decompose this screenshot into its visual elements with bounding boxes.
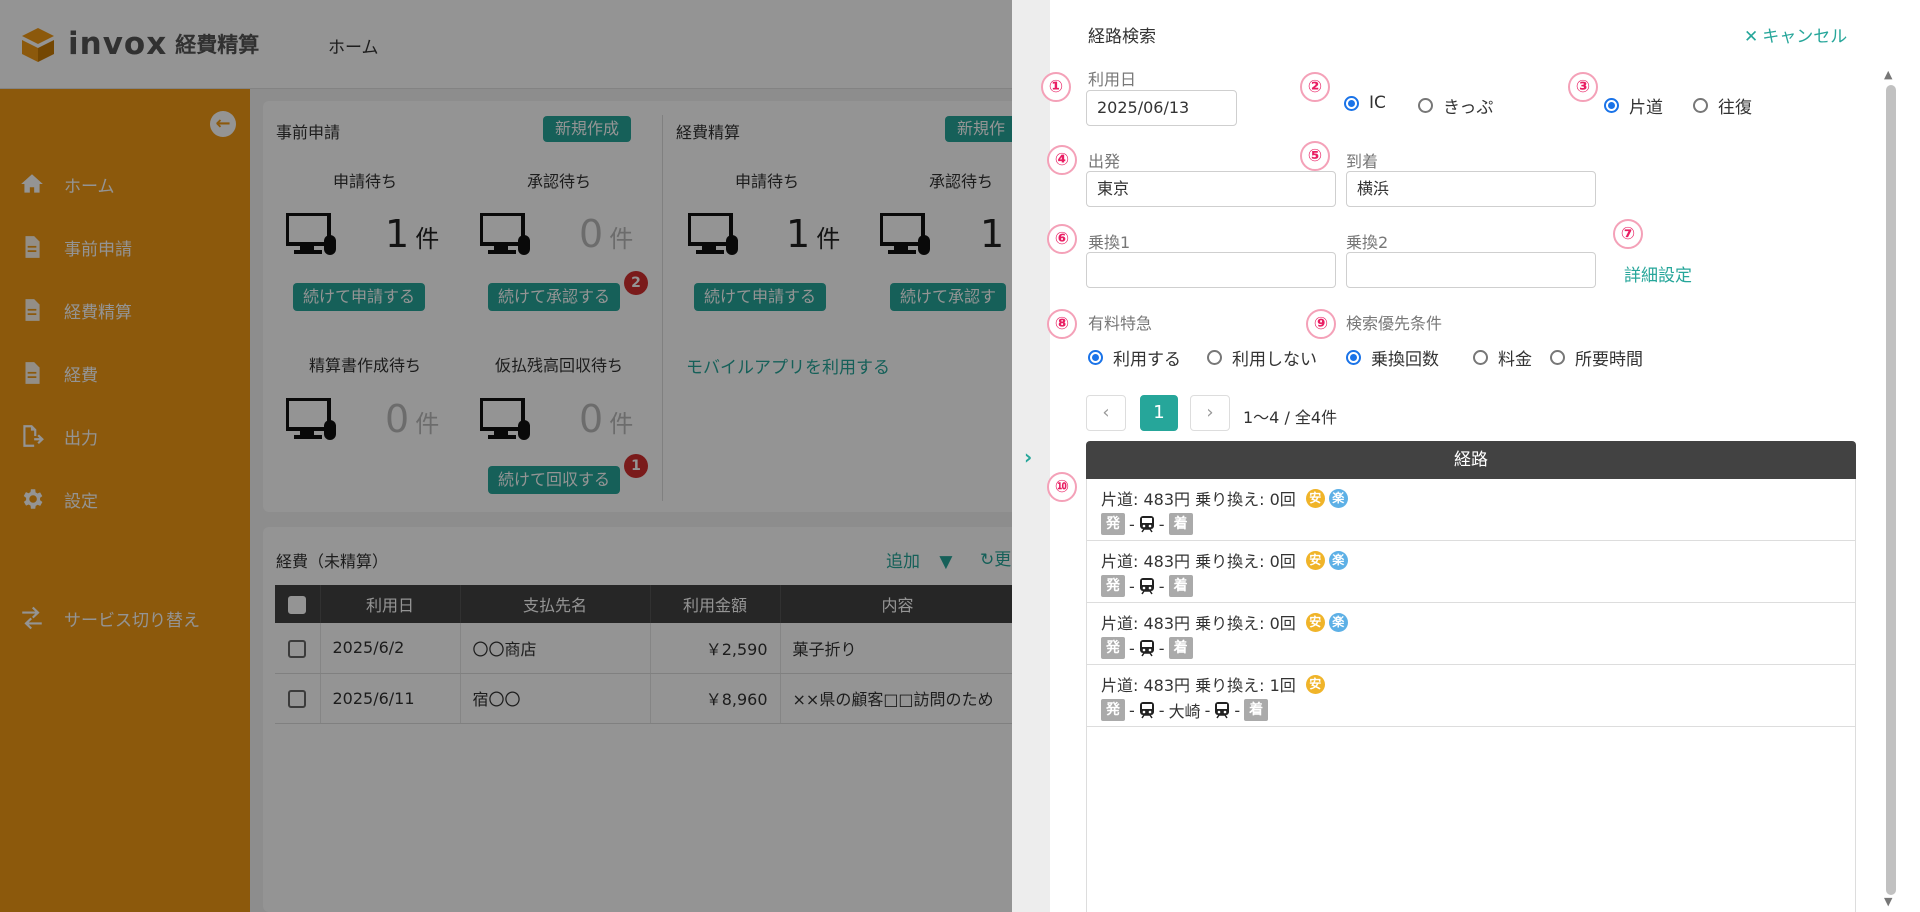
easy-badge: 楽 (1328, 550, 1348, 570)
route-row[interactable]: 片道: 483円 乗り換え: 0回安楽 発--着 (1087, 541, 1855, 603)
modal-backdrop[interactable] (0, 0, 1012, 912)
express-label: 有料特急 (1088, 314, 1153, 333)
radio-ticket[interactable]: きっぷ (1418, 93, 1493, 118)
end-tag: 着 (1168, 637, 1193, 659)
marker-6: ⑥ (1047, 224, 1077, 254)
start-tag: 発 (1101, 513, 1125, 535)
priority-label: 検索優先条件 (1346, 314, 1443, 333)
cheap-badge: 安 (1305, 674, 1325, 694)
marker-10: ⑩ (1047, 472, 1077, 502)
date-label: 利用日 (1088, 70, 1137, 89)
cheap-badge: 安 (1305, 550, 1325, 570)
cheap-badge: 安 (1305, 612, 1325, 632)
train-icon (1139, 640, 1154, 657)
detail-settings-link[interactable]: 詳細設定 (1624, 261, 1692, 286)
route-summary: 片道: 483円 乗り換え: 1回 (1101, 676, 1296, 695)
radio-ic[interactable]: IC (1344, 93, 1386, 113)
transfer2-input[interactable] (1346, 252, 1596, 288)
train-icon (1139, 516, 1154, 533)
train-icon (1139, 578, 1154, 595)
date-input[interactable]: 2025/06/13 (1086, 90, 1237, 126)
cancel-button[interactable]: ✕ キャンセル (1744, 22, 1847, 47)
route-summary: 片道: 483円 乗り換え: 0回 (1101, 614, 1296, 633)
departure-label: 出発 (1088, 152, 1121, 171)
route-row[interactable]: 片道: 483円 乗り換え: 0回安楽 発--着 (1087, 479, 1855, 541)
marker-8: ⑧ (1047, 309, 1077, 339)
end-tag: 着 (1168, 513, 1193, 535)
start-tag: 発 (1101, 699, 1125, 721)
train-icon (1139, 702, 1154, 719)
drawer-scrollbar[interactable] (1886, 85, 1896, 895)
radio-one-way[interactable]: 片道 (1604, 93, 1663, 118)
scroll-up-icon[interactable]: ▲ (1884, 68, 1892, 81)
end-tag: 着 (1168, 575, 1193, 597)
chevron-right-icon[interactable]: › (1024, 445, 1032, 469)
transfer1-label: 乗換1 (1088, 233, 1131, 252)
radio-express-no[interactable]: 利用しない (1207, 345, 1317, 370)
pager-next-button[interactable]: › (1190, 395, 1230, 431)
start-tag: 発 (1101, 575, 1125, 597)
cheap-badge: 安 (1305, 488, 1325, 508)
radio-priority-transfers[interactable]: 乗換回数 (1346, 345, 1439, 370)
radio-round-trip[interactable]: 往復 (1693, 93, 1752, 118)
routes-header: 経路 (1086, 441, 1856, 479)
marker-7: ⑦ (1613, 219, 1643, 249)
end-tag: 着 (1244, 699, 1269, 721)
start-tag: 発 (1101, 637, 1125, 659)
radio-priority-fare[interactable]: 料金 (1473, 345, 1532, 370)
route-row[interactable]: 片道: 483円 乗り換え: 1回安 発 - - 大崎 - - 着 (1087, 665, 1855, 727)
route-summary: 片道: 483円 乗り換え: 0回 (1101, 490, 1296, 509)
radio-express-use[interactable]: 利用する (1088, 345, 1181, 370)
marker-2: ② (1300, 72, 1330, 102)
drawer-handle[interactable]: › (1012, 0, 1050, 912)
via-station: 大崎 (1168, 702, 1201, 721)
route-summary: 片道: 483円 乗り換え: 0回 (1101, 552, 1296, 571)
marker-5: ⑤ (1300, 141, 1330, 171)
pager-info: 1〜4 / 全4件 (1243, 408, 1338, 427)
transfer1-input[interactable] (1086, 252, 1336, 288)
transfer2-label: 乗換2 (1346, 233, 1389, 252)
marker-9: ⑨ (1306, 309, 1336, 339)
routes-table: 経路 片道: 483円 乗り換え: 0回安楽 発--着 片道: 483円 乗り換… (1086, 441, 1856, 912)
scroll-down-icon[interactable]: ▼ (1884, 895, 1892, 908)
drawer-title: 経路検索 (1088, 27, 1156, 47)
arrival-input[interactable]: 横浜 (1346, 171, 1596, 207)
marker-4: ④ (1047, 145, 1077, 175)
radio-priority-time[interactable]: 所要時間 (1550, 345, 1643, 370)
train-icon (1215, 702, 1230, 719)
departure-input[interactable]: 東京 (1086, 171, 1336, 207)
pager-prev-button[interactable]: ‹ (1086, 395, 1126, 431)
easy-badge: 楽 (1328, 612, 1348, 632)
pager-page-1[interactable]: 1 (1140, 395, 1178, 431)
close-icon: ✕ (1744, 27, 1759, 47)
arrival-label: 到着 (1346, 152, 1379, 171)
routes-body: 片道: 483円 乗り換え: 0回安楽 発--着 片道: 483円 乗り換え: … (1086, 479, 1856, 912)
easy-badge: 楽 (1328, 488, 1348, 508)
marker-3: ③ (1568, 72, 1598, 102)
route-row[interactable]: 片道: 483円 乗り換え: 0回安楽 発--着 (1087, 603, 1855, 665)
marker-1: ① (1041, 72, 1071, 102)
